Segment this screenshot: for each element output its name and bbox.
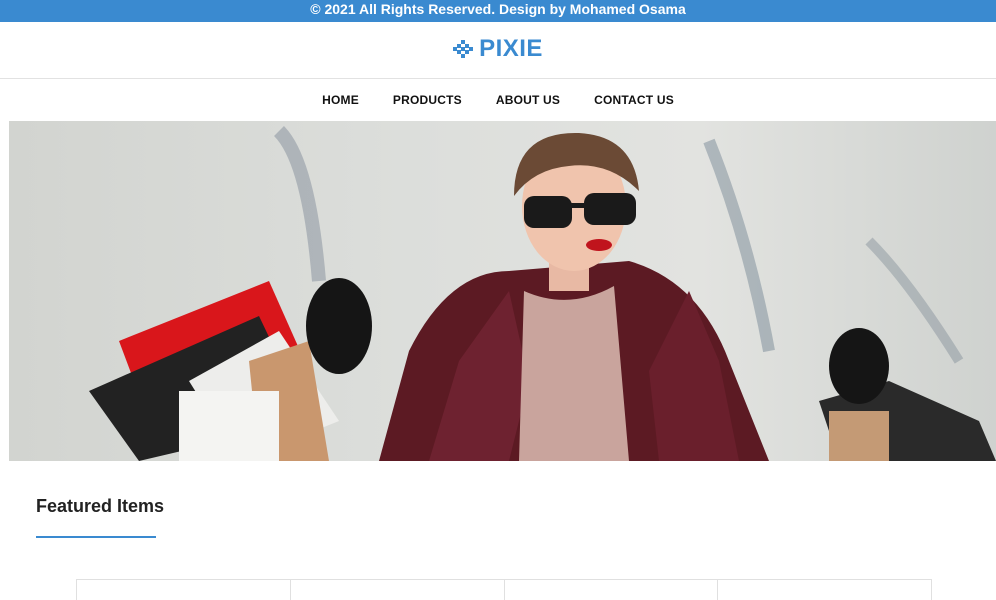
featured-items-grid <box>76 579 932 600</box>
pixel-grid-icon <box>453 39 474 58</box>
hero-illustration <box>89 126 996 461</box>
nav-item-products[interactable]: PRODUCTS <box>393 93 462 107</box>
product-card[interactable] <box>503 579 719 600</box>
brand-name: PIXIE <box>479 34 543 62</box>
copyright-bar: © 2021 All Rights Reserved. Design by Mo… <box>0 0 996 22</box>
product-card[interactable] <box>717 579 932 600</box>
main-nav: HOME PRODUCTS ABOUT US CONTACT US <box>0 79 996 121</box>
product-card[interactable] <box>289 579 505 600</box>
nav-item-about-us[interactable]: ABOUT US <box>496 93 560 107</box>
product-card[interactable] <box>76 579 291 600</box>
featured-items-heading: Featured Items <box>36 496 165 516</box>
logo[interactable]: PIXIE <box>453 35 543 63</box>
copyright-text: © 2021 All Rights Reserved. Design by Mo… <box>310 1 686 17</box>
site-header: PIXIE <box>0 22 996 79</box>
nav-item-contact-us[interactable]: CONTACT US <box>594 93 674 107</box>
nav-item-home[interactable]: HOME <box>322 93 359 107</box>
heading-underline <box>36 536 156 538</box>
hero-banner-image <box>9 121 996 461</box>
